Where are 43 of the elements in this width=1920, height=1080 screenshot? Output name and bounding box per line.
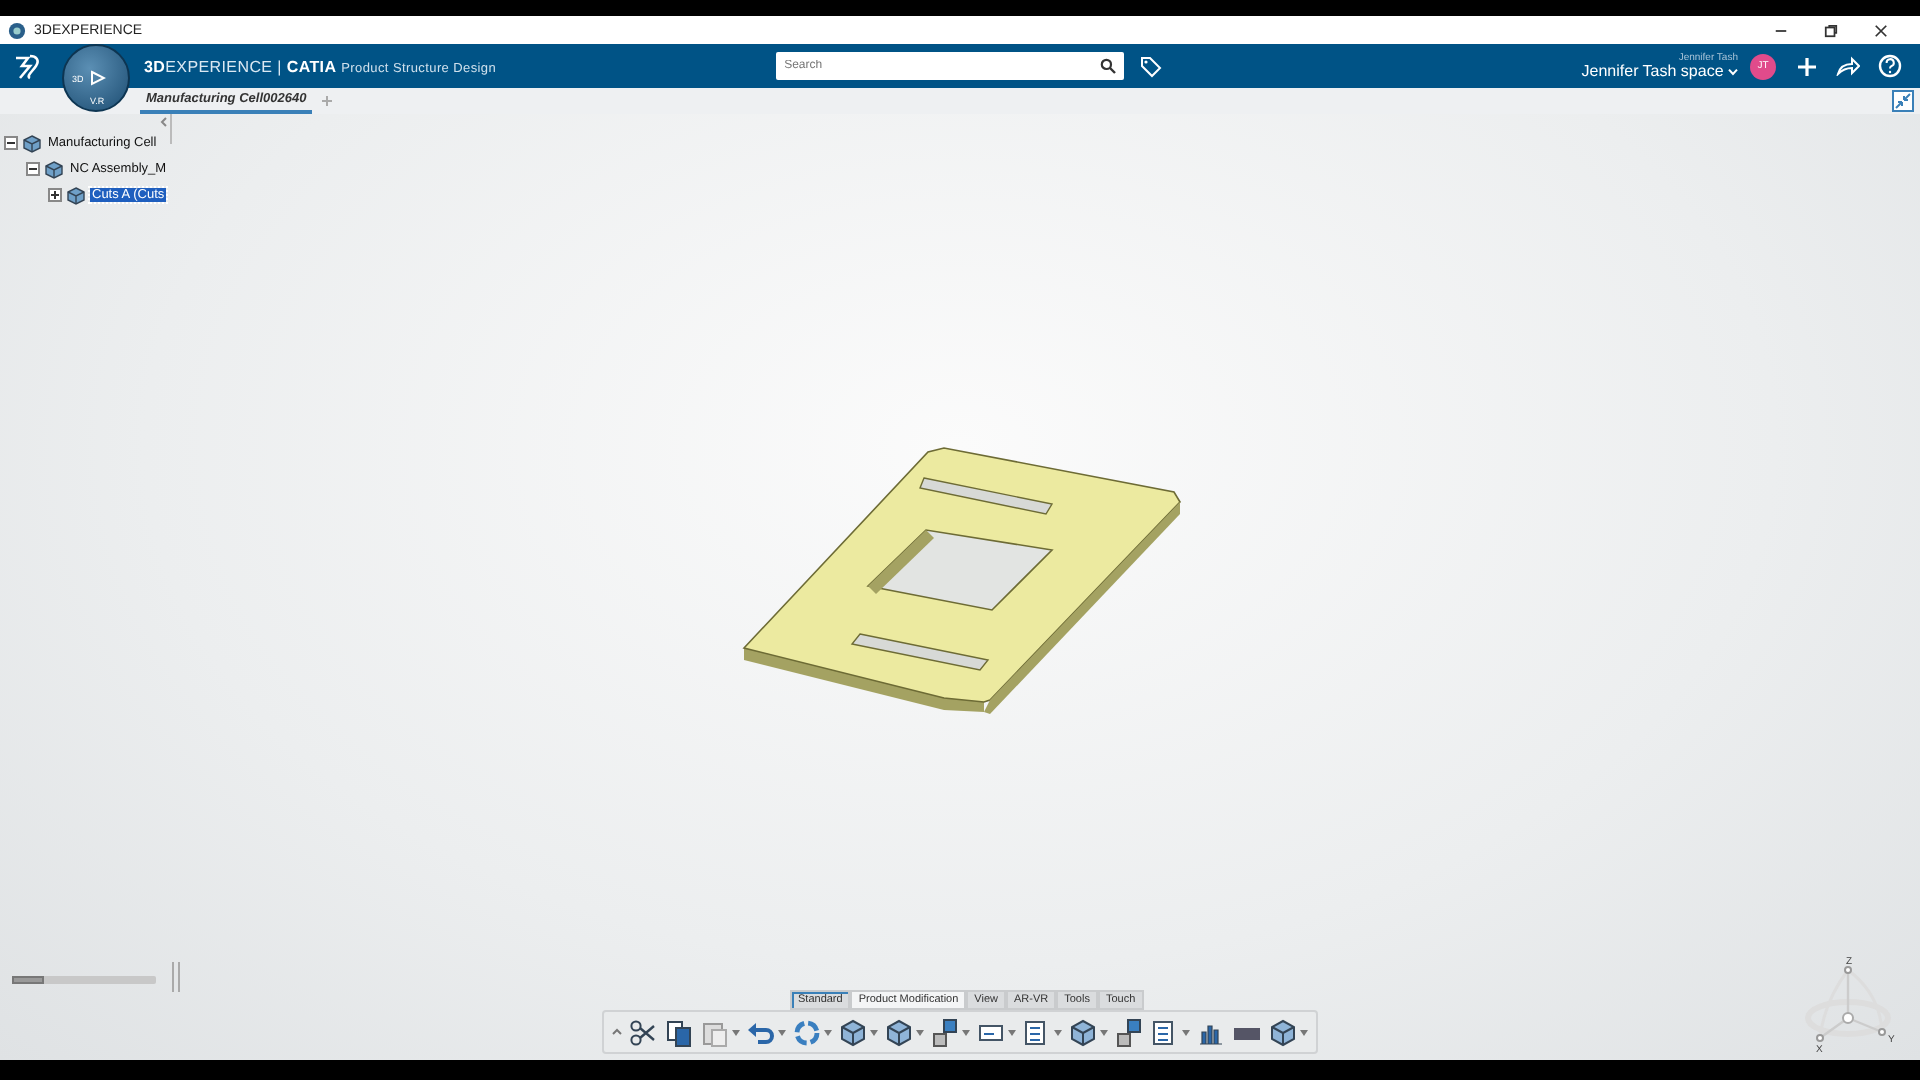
- cube-icon[interactable]: [884, 1017, 914, 1047]
- product-icon: [66, 185, 86, 205]
- logo-icon[interactable]: [12, 52, 44, 80]
- plus-icon[interactable]: [1796, 55, 1818, 77]
- assembly-icon[interactable]: [1114, 1017, 1144, 1047]
- caret-icon: [1728, 67, 1738, 75]
- search-icon[interactable]: [1100, 58, 1117, 74]
- play-icon[interactable]: [90, 70, 106, 86]
- caret-icon[interactable]: [1054, 1029, 1062, 1035]
- scissors-icon[interactable]: [628, 1017, 658, 1047]
- product-icon: [22, 133, 42, 153]
- caret-icon[interactable]: [870, 1029, 878, 1035]
- slider-thumb[interactable]: [12, 976, 44, 984]
- copy-icon[interactable]: [664, 1017, 694, 1047]
- cube-icon[interactable]: [838, 1017, 868, 1047]
- refresh-icon[interactable]: [792, 1017, 822, 1047]
- close-icon[interactable]: [1874, 23, 1888, 37]
- caret-icon[interactable]: [1182, 1029, 1190, 1035]
- product-icon: [44, 159, 64, 179]
- caret-icon[interactable]: [732, 1029, 740, 1035]
- collapse-icon[interactable]: [4, 136, 18, 150]
- caret-icon[interactable]: [962, 1029, 970, 1035]
- share-icon[interactable]: [1836, 56, 1860, 76]
- space-selector[interactable]: Jennifer Tash space: [1581, 63, 1738, 79]
- cube-icon[interactable]: [1068, 1017, 1098, 1047]
- caret-icon[interactable]: [1300, 1029, 1308, 1035]
- axis-compass-drawing: [1805, 966, 1891, 1042]
- assembly-icon[interactable]: [930, 1017, 960, 1047]
- collapse-panel-icon[interactable]: [158, 116, 170, 128]
- help-icon[interactable]: [1878, 54, 1902, 78]
- caret-icon[interactable]: [916, 1029, 924, 1035]
- caret-icon[interactable]: [612, 1028, 622, 1036]
- tag-icon[interactable]: [1140, 55, 1163, 77]
- undo-icon[interactable]: [746, 1017, 776, 1047]
- collapse-icon[interactable]: [26, 162, 40, 176]
- caret-icon[interactable]: [1100, 1029, 1108, 1035]
- caret-icon[interactable]: [1008, 1029, 1016, 1035]
- cube-icon[interactable]: [1268, 1017, 1298, 1047]
- expand-icon[interactable]: [48, 188, 62, 202]
- caret-icon[interactable]: [778, 1029, 786, 1035]
- caret-icon[interactable]: [824, 1029, 832, 1035]
- app-icon: [8, 21, 26, 39]
- restore-icon[interactable]: [1824, 23, 1838, 37]
